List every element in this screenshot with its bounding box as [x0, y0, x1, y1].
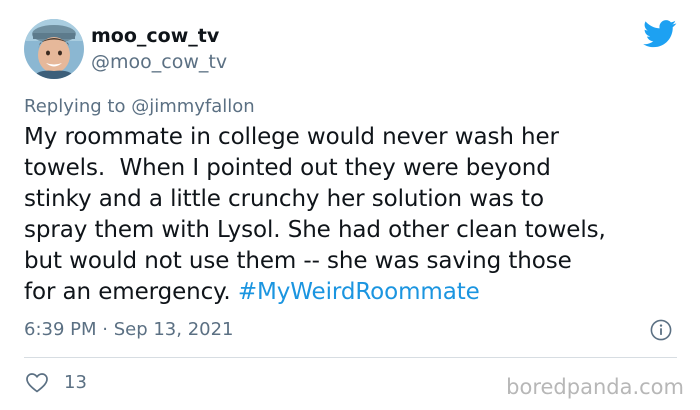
- display-name[interactable]: moo_cow_tv: [91, 24, 219, 48]
- reply-mention-link[interactable]: @jimmyfallon: [131, 96, 255, 117]
- hashtag-link[interactable]: #MyWeirdRoommate: [238, 279, 480, 305]
- avatar-photo: [24, 19, 84, 79]
- watermark: boredpanda.com: [506, 375, 684, 399]
- divider: [24, 357, 677, 358]
- tweet-timestamp[interactable]: 6:39 PM · Sep 13, 2021: [24, 318, 234, 342]
- replying-to-line: Replying to @jimmyfallon: [24, 95, 255, 119]
- user-handle[interactable]: @moo_cow_tv: [91, 50, 227, 74]
- replying-to-label: Replying to: [24, 96, 132, 117]
- info-icon[interactable]: [650, 319, 672, 341]
- twitter-bird-icon[interactable]: [643, 20, 677, 48]
- tweet-body: My roommate in college would never wash …: [24, 124, 606, 305]
- tweet-text: My roommate in college would never wash …: [24, 122, 674, 308]
- like-count: 13: [64, 372, 87, 393]
- heart-icon[interactable]: [25, 371, 49, 395]
- avatar[interactable]: [24, 19, 84, 79]
